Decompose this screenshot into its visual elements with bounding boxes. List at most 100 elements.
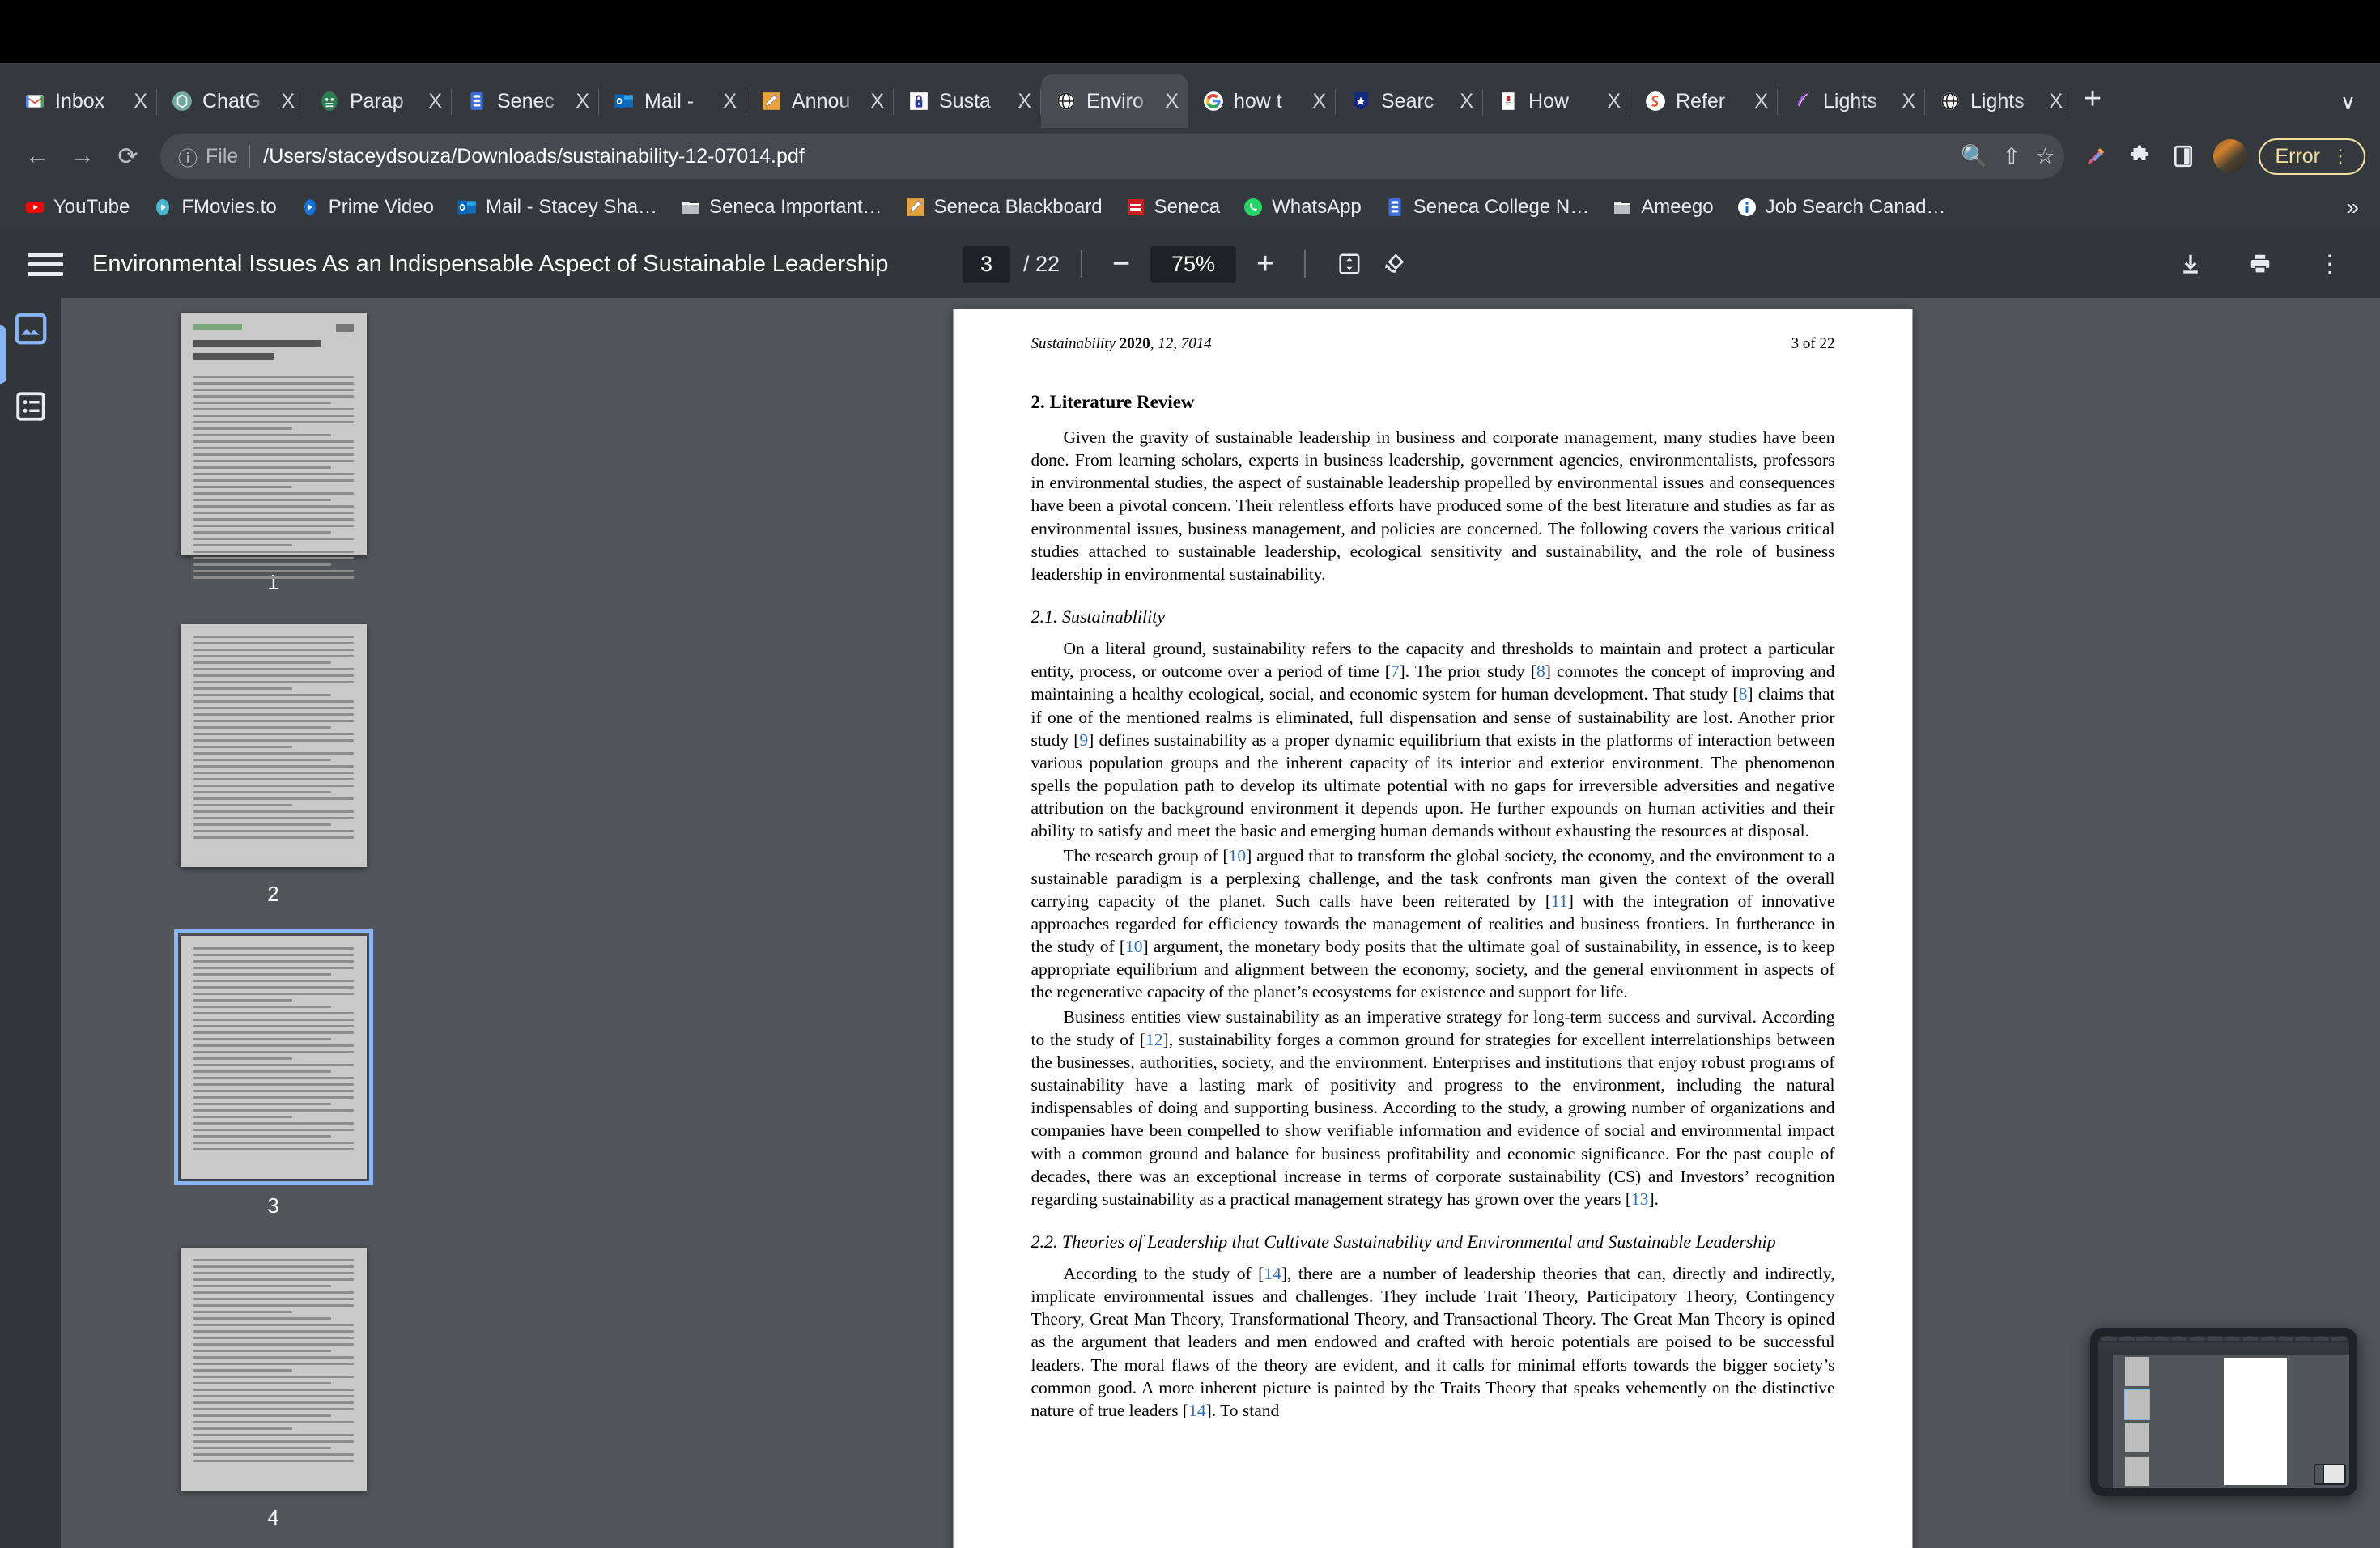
paraphrase-icon (317, 89, 342, 113)
chatgpt-icon (170, 89, 194, 113)
bookmark-item[interactable]: Mail - Stacey Sha… (445, 196, 669, 219)
tab-close-button[interactable]: X (2046, 90, 2063, 113)
browser-tab[interactable]: how t X (1188, 74, 1336, 128)
browser-tab[interactable]: Mail - X (599, 74, 746, 128)
bookmark-item[interactable]: Prime Video (288, 196, 445, 219)
new-tab-button[interactable]: + (2084, 82, 2102, 117)
browser-tab[interactable]: Enviro X (1041, 74, 1188, 128)
bookmark-item[interactable]: YouTube (13, 196, 141, 219)
thumbnail-page[interactable] (180, 313, 367, 579)
citation-link[interactable]: 12 (1145, 1030, 1163, 1049)
address-bar[interactable]: ⓘ File /Users/staceydsouza/Downloads/sus… (160, 134, 2065, 179)
error-indicator[interactable]: Error ⋮ (2259, 138, 2365, 175)
tab-close-button[interactable]: X (572, 90, 589, 113)
pdf-document-pane[interactable]: Sustainability 2020, 12, 7014 3 of 22 2.… (486, 298, 2380, 1548)
browser-tab[interactable]: Senec X (452, 74, 599, 128)
citation-link[interactable]: 9 (1079, 730, 1088, 750)
puzzle-icon[interactable] (2118, 134, 2161, 178)
paragraph-2-1-b: The research group of [10] argued that t… (1031, 844, 1835, 1004)
back-button[interactable]: ← (15, 134, 60, 179)
browser-tab[interactable]: Parap X (304, 74, 452, 128)
pdf-page-zoom-controls: 3 / 22 − 75% + (962, 245, 1417, 283)
bookmark-item[interactable]: Job Search Canad… (1725, 196, 1957, 219)
bookmark-label: Seneca Important… (709, 196, 882, 218)
citation-link[interactable]: 10 (1229, 846, 1247, 865)
browser-tab[interactable]: Susta X (894, 74, 1041, 128)
browser-tab[interactable]: Lights X (1925, 74, 2072, 128)
thumbnail-page[interactable] (180, 624, 367, 867)
outline-view-icon[interactable] (11, 387, 50, 426)
citation-link[interactable]: 14 (1264, 1264, 1281, 1283)
rotate-icon[interactable] (1372, 251, 1417, 277)
side-panel-icon[interactable] (2161, 134, 2205, 178)
tab-search-button[interactable]: ∨ (2340, 90, 2356, 115)
tab-close-button[interactable]: X (1751, 90, 1768, 113)
section-heading: 2. Literature Review (1031, 392, 1195, 412)
share-icon[interactable]: ⇧ (2003, 144, 2021, 169)
bookmark-item[interactable]: Seneca Blackboard (894, 196, 1114, 219)
pdf-thumbnail-pane[interactable]: 1 2 3 4 (61, 298, 486, 1548)
citation-link[interactable]: 11 (1551, 891, 1568, 911)
page-number-input[interactable]: 3 (962, 245, 1010, 283)
browser-tab[interactable]: Inbox X (10, 74, 157, 128)
avatar[interactable] (2213, 139, 2248, 173)
tab-close-button[interactable]: X (278, 90, 295, 113)
reload-button[interactable]: ⟳ (105, 134, 151, 179)
tab-close-button[interactable]: X (867, 90, 884, 113)
citation-link[interactable]: 13 (1631, 1189, 1649, 1209)
star-icon[interactable]: ☆ (2035, 144, 2055, 169)
thumbnail-view-icon[interactable] (11, 309, 50, 348)
bookmark-item[interactable]: Seneca College N… (1373, 196, 1600, 219)
tab-close-button[interactable]: X (1456, 90, 1473, 113)
print-icon[interactable] (2238, 252, 2283, 276)
citation-link[interactable]: 8 (1536, 661, 1545, 681)
citation-link[interactable]: 10 (1125, 937, 1143, 956)
zoom-out-icon[interactable]: 🔍 (1961, 143, 1988, 169)
zoom-in-button[interactable]: + (1247, 247, 1283, 282)
bookmark-item[interactable]: Ameego (1600, 196, 1724, 219)
browser-tab[interactable]: Lights X (1778, 74, 1925, 128)
bookmarks-overflow-button[interactable]: » (2346, 194, 2359, 220)
tab-close-button[interactable]: X (1162, 90, 1179, 113)
url-text[interactable]: /Users/staceydsouza/Downloads/sustainabi… (263, 145, 1946, 168)
bookmark-item[interactable]: Seneca Important… (669, 196, 893, 219)
bookmark-item[interactable]: Seneca (1114, 196, 1231, 219)
bookmark-item[interactable]: WhatsApp (1231, 196, 1373, 219)
thumbnail-page-number: 4 (267, 1505, 279, 1529)
citation-link[interactable]: 8 (1739, 684, 1748, 704)
tab-label: Enviro (1086, 89, 1144, 113)
browser-tab[interactable]: How X (1483, 74, 1630, 128)
tab-close-button[interactable]: X (1898, 90, 1915, 113)
eyedropper-icon[interactable] (2074, 134, 2118, 178)
text-run: ], sustainability forges a common ground… (1031, 1029, 1835, 1209)
page-info-icon[interactable]: ⓘ (178, 142, 198, 171)
zoom-out-button[interactable]: − (1103, 247, 1139, 282)
picture-in-picture-preview[interactable] (2090, 1328, 2357, 1496)
star-shield-icon (1349, 89, 1373, 113)
citation-link[interactable]: 14 (1188, 1401, 1206, 1420)
zoom-level-display[interactable]: 75% (1150, 245, 1237, 283)
tab-close-button[interactable]: X (425, 90, 442, 113)
bookmark-item[interactable]: FMovies.to (141, 196, 287, 219)
three-dot-menu-icon[interactable]: ⋮ (2307, 250, 2352, 279)
citation-link[interactable]: 7 (1391, 661, 1400, 681)
thumbnail-page[interactable] (173, 929, 373, 1185)
hamburger-menu-icon[interactable] (28, 252, 63, 276)
thumbnail-page[interactable] (180, 1248, 367, 1491)
forward-button[interactable]: → (60, 134, 105, 179)
youtube-icon (24, 197, 45, 218)
tab-close-button[interactable]: X (130, 90, 147, 113)
tab-close-button[interactable]: X (1014, 90, 1031, 113)
browser-tab[interactable]: Refer X (1630, 74, 1778, 128)
tab-close-button[interactable]: X (1604, 90, 1621, 113)
journal-name: Sustainability (1031, 335, 1116, 352)
pip-thumbnails (2113, 1354, 2161, 1488)
fit-to-page-icon[interactable] (1327, 252, 1372, 276)
browser-tab[interactable]: Searc X (1336, 74, 1483, 128)
tab-close-button[interactable]: X (720, 90, 737, 113)
browser-tab[interactable]: Annou X (746, 74, 894, 128)
three-dot-menu-icon[interactable]: ⋮ (2331, 147, 2349, 164)
browser-tab[interactable]: ChatG X (157, 74, 304, 128)
download-icon[interactable] (2168, 252, 2213, 276)
tab-close-button[interactable]: X (1309, 90, 1326, 113)
